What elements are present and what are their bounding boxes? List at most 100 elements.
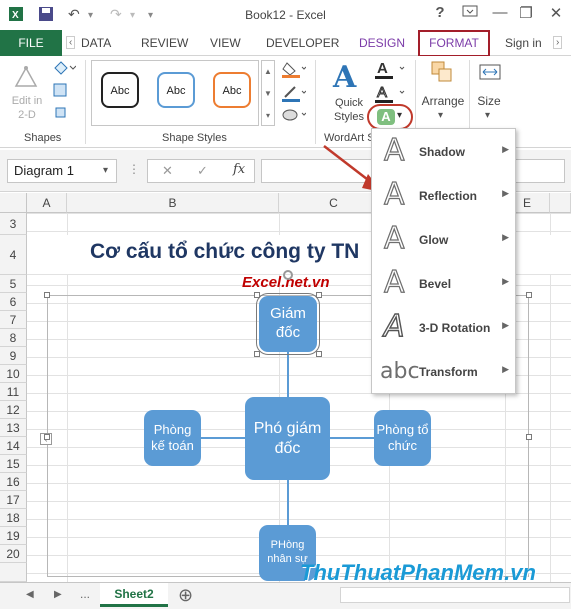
resize-handle[interactable] — [526, 434, 532, 440]
row-header[interactable]: 10 — [0, 365, 27, 383]
row-header[interactable]: 12 — [0, 401, 27, 419]
row-header[interactable]: 9 — [0, 347, 27, 365]
horizontal-scrollbar[interactable] — [340, 587, 570, 603]
tab-developer[interactable]: DEVELOPER — [266, 36, 339, 50]
menu-item-label: 3-D Rotation — [419, 321, 491, 335]
scroll-tabs-left-icon[interactable]: ◀ — [26, 589, 34, 600]
resize-handle[interactable] — [316, 351, 322, 357]
sign-in-link[interactable]: Sign in — [505, 36, 542, 50]
change-shape-icon[interactable] — [52, 60, 77, 79]
menu-item-shadow[interactable]: A Shadow ▶ — [372, 129, 517, 173]
insert-function-button[interactable]: fx — [233, 162, 245, 177]
column-header[interactable] — [550, 193, 571, 213]
text-fill-icon[interactable]: A — [374, 58, 408, 83]
enter-button[interactable]: ✓ — [197, 163, 208, 179]
resize-handle[interactable] — [44, 292, 50, 298]
row-header[interactable]: 15 — [0, 455, 27, 473]
arrange-icon[interactable] — [430, 60, 454, 87]
shape-fill-icon[interactable] — [282, 60, 307, 81]
close-button[interactable]: ✕ — [544, 4, 568, 22]
menu-item-transform[interactable]: abc Transform ▶ — [372, 349, 517, 393]
row-header[interactable]: 19 — [0, 527, 27, 545]
row-header[interactable] — [0, 563, 27, 582]
larger-icon[interactable] — [52, 82, 68, 101]
column-header[interactable]: B — [67, 193, 279, 213]
row-header[interactable]: 11 — [0, 383, 27, 401]
shadow-effect-icon: A — [383, 132, 405, 168]
tab-data[interactable]: DATA — [81, 36, 111, 50]
drag-handle-icon[interactable]: ⋮ — [128, 162, 140, 176]
minimize-button[interactable]: — — [488, 4, 512, 21]
menu-item-bevel[interactable]: A Bevel ▶ — [372, 261, 517, 305]
quick-styles-icon[interactable]: A — [333, 60, 356, 95]
resize-handle[interactable] — [44, 434, 50, 440]
more-sheets-button[interactable]: ... — [80, 587, 90, 601]
sheet-tab[interactable]: Sheet2 — [100, 583, 168, 607]
text-effects-menu: A Shadow ▶ A Reflection ▶ A Glow ▶ A Bev… — [371, 128, 516, 394]
scroll-tabs-right-icon[interactable]: ▶ — [54, 589, 62, 600]
new-sheet-button[interactable]: ⊕ — [178, 585, 193, 606]
menu-item-reflection[interactable]: A Reflection ▶ — [372, 173, 517, 217]
quick-styles-button[interactable]: Quick Styles — [326, 96, 372, 124]
ribbon-display-icon[interactable] — [458, 4, 482, 22]
submenu-arrow-icon: ▶ — [502, 144, 509, 154]
tab-design[interactable]: DESIGN — [359, 36, 405, 50]
resize-handle[interactable] — [254, 292, 260, 298]
tab-scroll-left-icon[interactable]: ‹ — [66, 36, 76, 49]
row-header[interactable]: 6 — [0, 293, 27, 311]
tab-review[interactable]: REVIEW — [141, 36, 188, 50]
row-header[interactable]: 7 — [0, 311, 27, 329]
text-effects-button[interactable]: A ▾ — [367, 104, 413, 130]
size-button[interactable]: Size — [472, 94, 506, 108]
arrange-button[interactable]: Arrange — [419, 94, 467, 108]
row-header[interactable]: 4 — [0, 235, 27, 275]
window-title: Book12 - Excel — [245, 8, 326, 22]
select-all-corner[interactable] — [0, 193, 27, 213]
row-header[interactable]: 14 — [0, 437, 27, 455]
tab-format[interactable]: FORMAT — [418, 30, 490, 57]
tab-scroll-right-icon[interactable]: › — [553, 36, 563, 49]
tab-view[interactable]: VIEW — [210, 36, 241, 50]
smaller-icon[interactable] — [52, 104, 68, 123]
row-header[interactable]: 5 — [0, 275, 27, 293]
restore-button[interactable]: ❐ — [514, 4, 538, 22]
column-header[interactable]: A — [27, 193, 67, 213]
row-header[interactable]: 13 — [0, 419, 27, 437]
node-director[interactable]: Giám đốc — [256, 293, 320, 355]
row-header[interactable]: 17 — [0, 491, 27, 509]
cancel-button[interactable]: ✕ — [162, 163, 173, 179]
row-header[interactable]: 8 — [0, 329, 27, 347]
node-organization[interactable]: Phòng tổ chức — [374, 410, 431, 466]
group-separator — [85, 60, 86, 144]
resize-handle[interactable] — [254, 351, 260, 357]
connector-line — [287, 480, 289, 526]
chevron-down-icon[interactable]: ▾ — [485, 110, 490, 121]
size-icon[interactable] — [477, 60, 503, 87]
menu-item-glow[interactable]: A Glow ▶ — [372, 217, 517, 261]
shape-style-orange[interactable]: Abc — [213, 72, 251, 108]
node-deputy-director[interactable]: Phó giám đốc — [245, 397, 330, 480]
gallery-scroll[interactable]: ▲ ▼ ▾ — [261, 60, 275, 126]
shape-style-black[interactable]: Abc — [101, 72, 139, 108]
edit-2d-button[interactable]: Edit in 2-D — [9, 94, 45, 122]
name-box[interactable]: Diagram 1 — [7, 159, 117, 183]
resize-handle[interactable] — [316, 292, 322, 298]
shape-outline-icon[interactable] — [282, 84, 307, 105]
row-header[interactable]: 3 — [0, 213, 27, 235]
menu-item-3d-rotation[interactable]: A 3-D Rotation ▶ — [372, 305, 517, 349]
row-header[interactable]: 16 — [0, 473, 27, 491]
menu-item-label: Glow — [419, 233, 449, 247]
resize-handle[interactable] — [526, 292, 532, 298]
row-header[interactable]: 18 — [0, 509, 27, 527]
help-button[interactable]: ? — [428, 4, 452, 21]
shape-effects-icon[interactable] — [282, 108, 307, 125]
row-header[interactable]: 20 — [0, 545, 27, 563]
shape-style-blue[interactable]: Abc — [157, 72, 195, 108]
text-effects-icon: A — [377, 109, 395, 125]
chevron-down-icon[interactable]: ▾ — [103, 165, 108, 176]
chevron-down-icon[interactable]: ▾ — [438, 110, 443, 121]
rotate-handle-icon[interactable] — [283, 270, 293, 280]
tab-file[interactable]: FILE — [0, 30, 62, 56]
edit-2d-icon[interactable] — [12, 62, 40, 93]
node-accounting[interactable]: Phòng kế toán — [144, 410, 201, 466]
